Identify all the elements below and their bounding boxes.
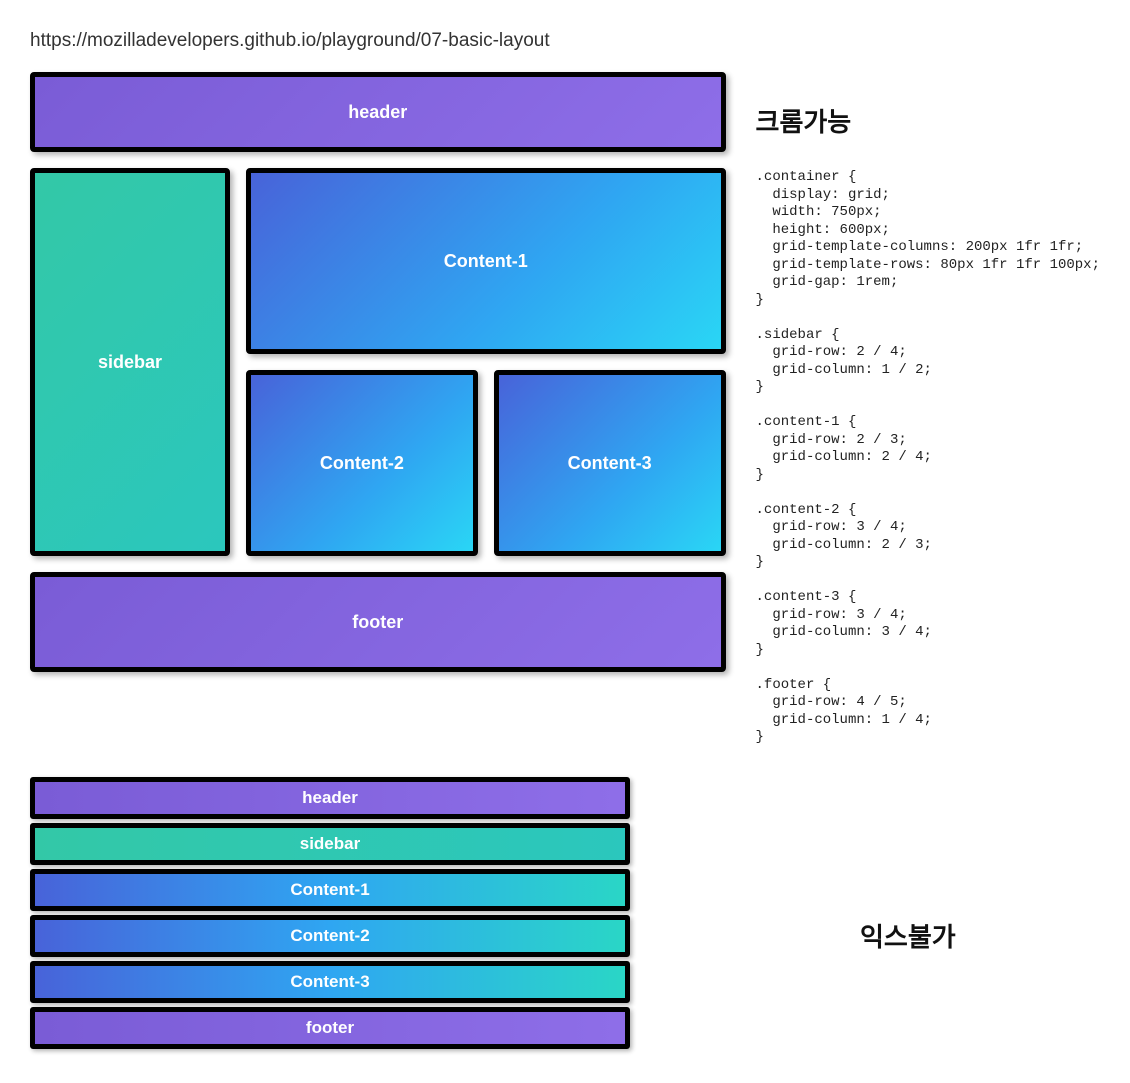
grid-footer-box: footer [30,572,726,672]
main-row: header sidebar Content-1 Content-2 Conte… [30,72,1100,747]
stack-header-label: header [302,788,358,808]
heading-ie-no: 익스불가 [860,917,1100,954]
stack-content3-box: Content-3 [30,961,630,1003]
grid-content2-label: Content-2 [320,453,404,474]
bottom-row: header sidebar Content-1 Content-2 Conte… [30,777,1100,1053]
stacked-fallback-demo: header sidebar Content-1 Content-2 Conte… [30,777,630,1053]
grid-content3-box: Content-3 [494,370,726,556]
stack-footer-label: footer [306,1018,354,1038]
grid-header-box: header [30,72,726,152]
grid-content1-box: Content-1 [246,168,726,354]
stack-content2-label: Content-2 [290,926,369,946]
stack-content3-label: Content-3 [290,972,369,992]
stack-sidebar-label: sidebar [300,834,360,854]
heading-chrome-ok: 크롬가능 [756,102,1100,139]
grid-content2-box: Content-2 [246,370,478,556]
stack-content2-box: Content-2 [30,915,630,957]
grid-content3-label: Content-3 [568,453,652,474]
stack-footer-box: footer [30,1007,630,1049]
stack-header-box: header [30,777,630,819]
grid-content1-label: Content-1 [444,251,528,272]
grid-sidebar-box: sidebar [30,168,230,556]
source-url: https://mozilladevelopers.github.io/play… [30,30,1100,52]
grid-sidebar-label: sidebar [98,352,162,373]
grid-header-label: header [348,102,407,123]
css-grid-demo: header sidebar Content-1 Content-2 Conte… [30,72,726,672]
bottom-right-column: 익스불가 [660,777,1100,954]
css-code-block: .container { display: grid; width: 750px… [756,169,1100,747]
stack-content1-box: Content-1 [30,869,630,911]
grid-footer-label: footer [352,612,403,633]
right-column: 크롬가능 .container { display: grid; width: … [756,72,1100,747]
stack-content1-label: Content-1 [290,880,369,900]
stack-sidebar-box: sidebar [30,823,630,865]
